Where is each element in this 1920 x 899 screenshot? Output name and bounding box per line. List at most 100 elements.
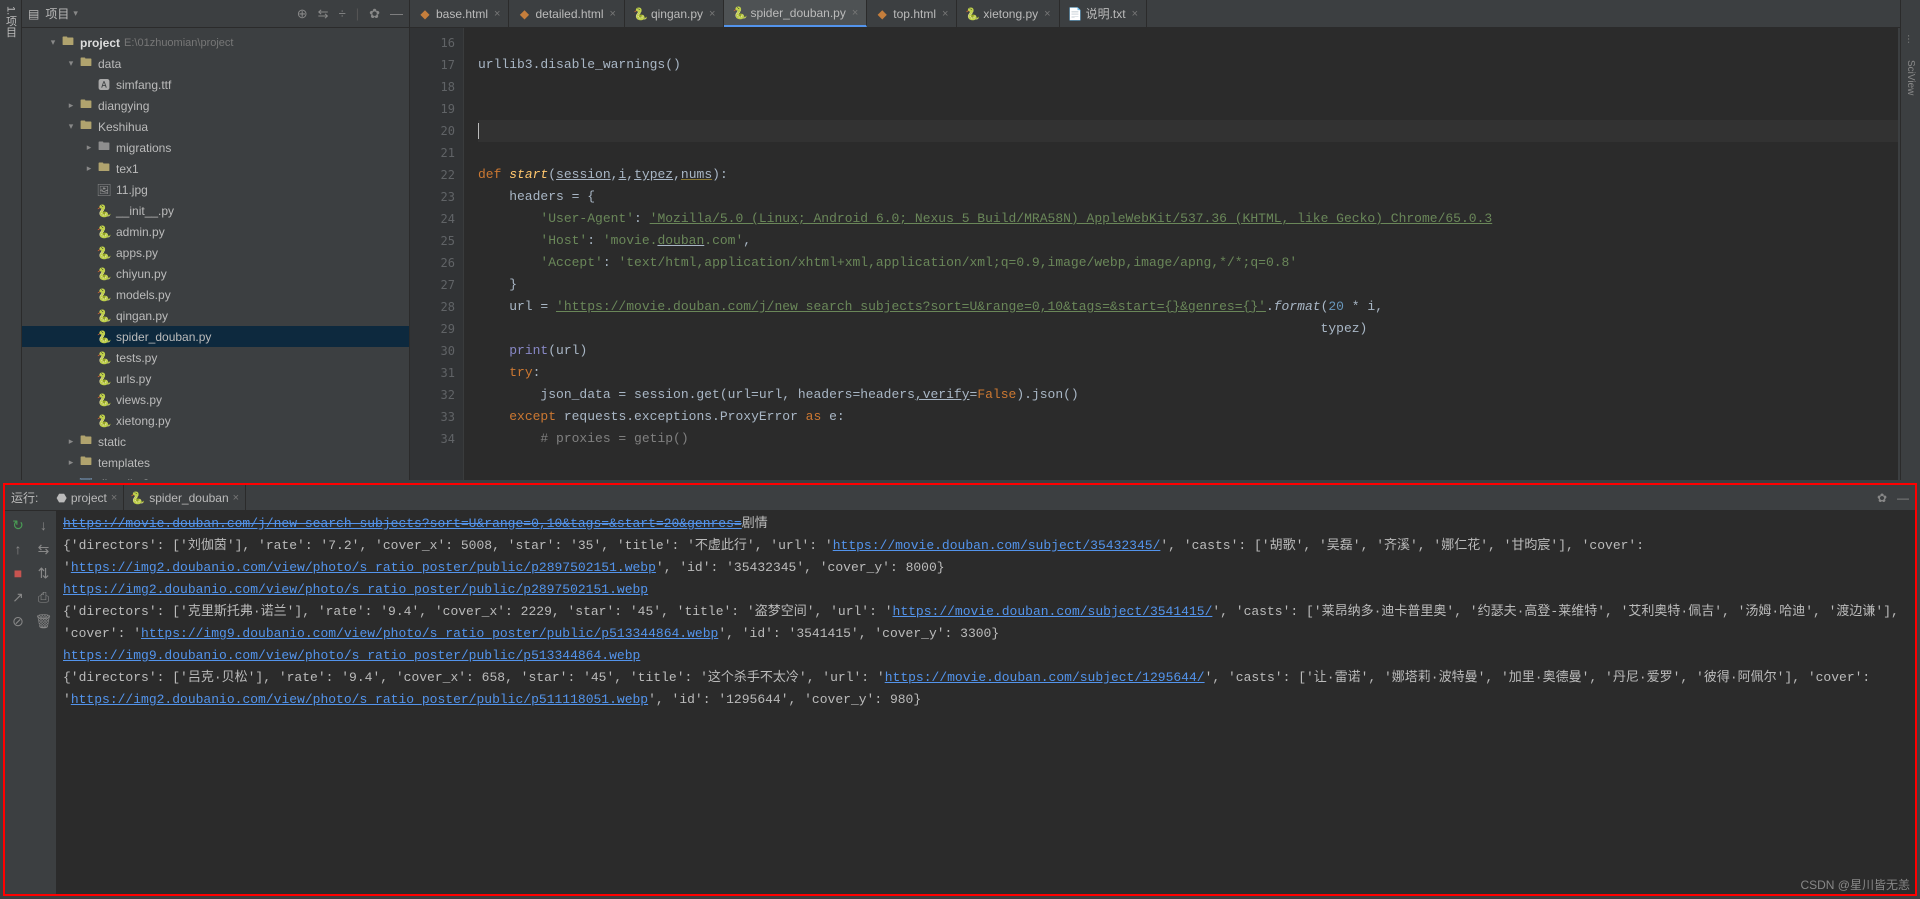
tree-item[interactable]: ▾🖿projectE:\01zhuomian\project [22,32,409,53]
tree-item[interactable]: 🐍views.py [22,389,409,410]
run-tab[interactable]: 🐍 spider_douban × [124,485,246,511]
expand-arrow-icon[interactable]: ▸ [64,100,78,111]
code-line[interactable]: headers = { [478,186,1898,208]
run-action-0[interactable]: ↻ [8,515,28,535]
expand-arrow-icon[interactable]: ▸ [64,436,78,447]
tree-item-label: admin.py [116,225,165,239]
watermark: CSDN @星川皆无恙 [1800,876,1910,893]
locate-icon[interactable]: ⊕ [297,6,308,22]
close-icon[interactable]: × [942,8,948,20]
code-line[interactable] [478,98,1898,120]
editor-tab[interactable]: 🐍qingan.py× [625,0,724,27]
expand-arrow-icon[interactable]: ▸ [82,163,96,174]
expand-icon[interactable]: ⇆ [318,6,329,22]
code-line[interactable]: typez) [478,318,1898,340]
tree-item[interactable]: 🖼11.jpg [22,179,409,200]
tree-item[interactable]: 🐍spider_douban.py [22,326,409,347]
code-line[interactable] [478,120,1898,142]
tree-item[interactable]: 🅰simfang.ttf [22,74,409,95]
code-line[interactable]: except requests.exceptions.ProxyError as… [478,406,1898,428]
tree-item[interactable]: 🐍apps.py [22,242,409,263]
expand-arrow-icon[interactable]: ▾ [46,37,60,48]
tree-item[interactable]: 🗄db.sqlite3 [22,473,409,480]
close-icon[interactable]: × [233,492,239,504]
code-line[interactable]: 'User-Agent': 'Mozilla/5.0 (Linux; Andro… [478,208,1898,230]
tree-item[interactable]: ▾🖿Keshihua [22,116,409,137]
tree-item[interactable]: ▸🖿templates [22,452,409,473]
right-tab-1[interactable]: … [1904,30,1917,48]
run-action2-1[interactable]: ⇆ [34,539,54,559]
tree-item-label: tex1 [116,162,139,176]
run-action-4[interactable]: ⊘ [8,611,28,631]
tree-item-label: project [80,36,120,50]
tree-item[interactable]: 🐍models.py [22,284,409,305]
close-icon[interactable]: × [1044,8,1050,20]
run-action-3[interactable]: ↗ [8,587,28,607]
editor-tab[interactable]: 🐍xietong.py× [957,0,1059,27]
editor-tab[interactable]: ◆base.html× [410,0,509,27]
editor-body[interactable]: urllib3.disable_warnings() def start(ses… [464,28,1898,480]
run-action2-4[interactable]: 🗑 [34,611,54,631]
tree-item[interactable]: ▸🖿tex1 [22,158,409,179]
close-icon[interactable]: × [1132,8,1138,20]
tab-label: qingan.py [651,7,703,21]
editor-tab[interactable]: ◆top.html× [867,0,957,27]
tree-item[interactable]: 🐍admin.py [22,221,409,242]
run-action-2[interactable]: ■ [8,563,28,583]
editor-tab[interactable]: ◆detailed.html× [509,0,624,27]
run-action2-2[interactable]: ⇅ [34,563,54,583]
editor-tab[interactable]: 🐍spider_douban.py× [724,0,867,27]
tree-item[interactable]: ▸🖿migrations [22,137,409,158]
close-icon[interactable]: × [610,8,616,20]
code-line[interactable]: json_data = session.get(url=url, headers… [478,384,1898,406]
project-dropdown-icon[interactable]: ▤ [28,7,39,21]
tree-item-label: spider_douban.py [116,330,211,344]
tree-item[interactable]: 🐍tests.py [22,347,409,368]
code-line[interactable]: url = 'https://movie.douban.com/j/new_se… [478,296,1898,318]
console-output[interactable]: https://movie.douban.com/j/new_search_su… [57,511,1915,894]
code-line[interactable]: def start(session,i,typez,nums): [478,164,1898,186]
close-icon[interactable]: × [111,492,117,504]
tree-item[interactable]: 🐍xietong.py [22,410,409,431]
tree-item[interactable]: ▾🖿data [22,53,409,74]
sciview-tab[interactable]: SciView [1904,56,1917,99]
code-line[interactable] [478,142,1898,164]
tree-item[interactable]: 🐍qingan.py [22,305,409,326]
expand-arrow-icon[interactable]: ▾ [64,58,78,69]
code-line[interactable]: try: [478,362,1898,384]
run-tab[interactable]: ⬣ project × [50,485,124,511]
close-icon[interactable]: × [852,7,858,19]
tree-item[interactable]: 🐍__init__.py [22,200,409,221]
code-line[interactable]: 'Accept': 'text/html,application/xhtml+x… [478,252,1898,274]
tree-item[interactable]: ▸🖿static [22,431,409,452]
expand-arrow-icon[interactable]: ▸ [82,142,96,153]
gear-icon[interactable]: ✿ [1877,491,1887,505]
tree-item[interactable]: ▸🖿diangying [22,95,409,116]
code-line[interactable]: # proxies = getip() [478,428,1898,450]
collapse-icon[interactable]: ÷ [339,6,346,21]
tree-item[interactable]: 🐍urls.py [22,368,409,389]
code-line[interactable]: } [478,274,1898,296]
close-icon[interactable]: × [494,8,500,20]
editor-tab[interactable]: 📄说明.txt× [1060,0,1147,27]
chevron-down-icon[interactable]: ▾ [73,8,78,19]
tree-item[interactable]: 🐍chiyun.py [22,263,409,284]
code-line[interactable] [478,76,1898,98]
code-line[interactable]: print(url) [478,340,1898,362]
expand-arrow-icon[interactable]: ▸ [64,457,78,468]
expand-arrow-icon[interactable]: ▾ [64,121,78,132]
code-line[interactable]: 'Host': 'movie.douban.com', [478,230,1898,252]
code-line[interactable]: urllib3.disable_warnings() [478,54,1898,76]
tree-item-label: static [98,435,126,449]
run-action-1[interactable]: ↑ [8,539,28,559]
code-line[interactable] [478,32,1898,54]
project-tool-tab[interactable]: 1.项目 [0,0,22,43]
run-action2-3[interactable]: ⎙ [34,587,54,607]
hide-icon[interactable]: — [390,6,403,21]
project-tree[interactable]: ▾🖿projectE:\01zhuomian\project▾🖿data🅰sim… [22,28,409,480]
close-icon[interactable]: × [709,8,715,20]
gear-icon[interactable]: ✿ [369,6,380,22]
code-editor[interactable]: 16171819202122232425262728293031323334 u… [410,28,1898,480]
run-action2-0[interactable]: ↓ [34,515,54,535]
hide-icon[interactable]: — [1897,491,1909,505]
